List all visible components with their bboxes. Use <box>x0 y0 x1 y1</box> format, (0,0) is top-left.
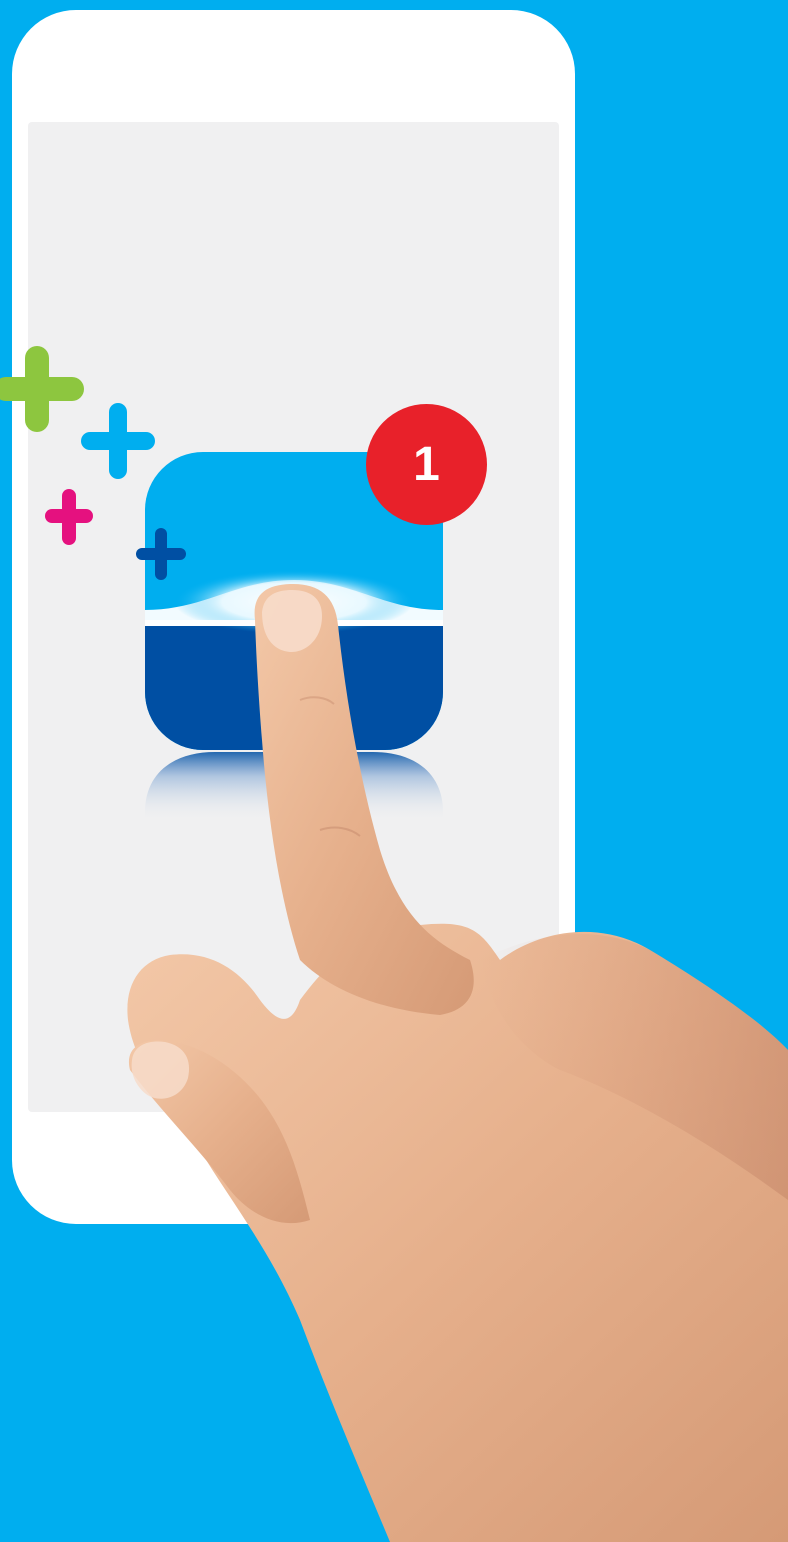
plus-icon-magenta <box>45 489 93 545</box>
plus-icon-green <box>0 346 84 432</box>
plus-icon-navy <box>136 528 186 580</box>
plus-icon-cyan <box>81 403 155 479</box>
home-button[interactable] <box>250 1123 334 1207</box>
app-icon-reflection <box>145 752 443 822</box>
notification-badge: 1 <box>366 404 487 525</box>
